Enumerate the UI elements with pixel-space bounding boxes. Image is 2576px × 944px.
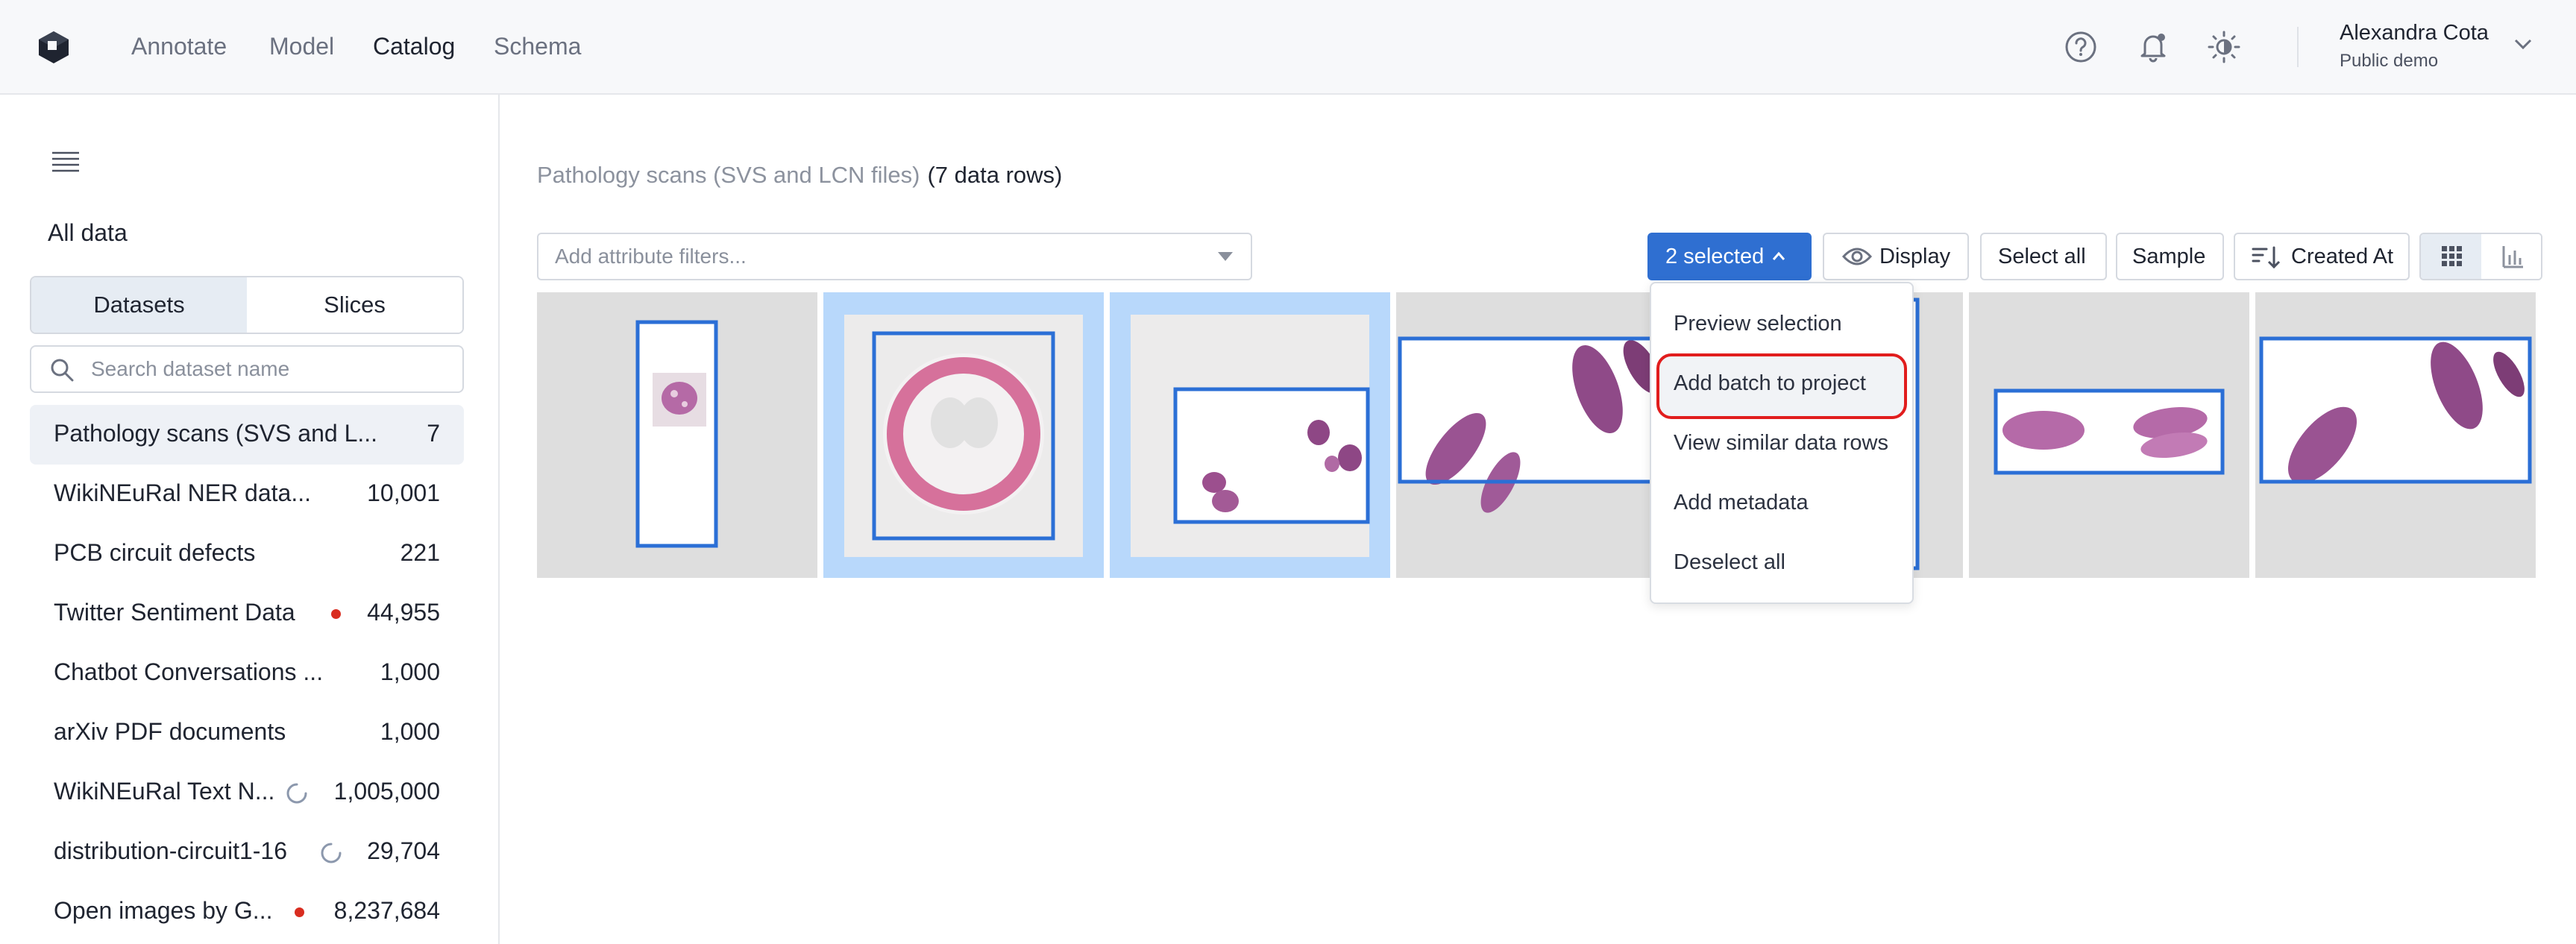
chevron-down-icon[interactable] xyxy=(2512,33,2534,55)
dataset-item[interactable]: Open images by G... 8,237,684 xyxy=(30,882,464,942)
dataset-search-input[interactable] xyxy=(91,354,449,384)
dataset-list: Pathology scans (SVS and L... 7 WikiNEuR… xyxy=(30,405,464,942)
dataset-count: 7 xyxy=(427,420,440,447)
menu-item-view-similar-data-rows[interactable]: View similar data rows xyxy=(1674,431,1888,456)
data-row-thumbnail[interactable] xyxy=(1110,292,1390,578)
dataset-count: 8,237,684 xyxy=(333,897,440,924)
dataset-name: PCB circuit defects xyxy=(54,539,256,566)
selection-dropdown-button[interactable]: 2 selected xyxy=(1647,233,1812,280)
chevron-up-icon xyxy=(1772,251,1785,260)
analytics-view-button[interactable] xyxy=(2481,234,2541,279)
nav-catalog[interactable]: Catalog xyxy=(373,30,455,63)
tab-datasets[interactable]: Datasets xyxy=(31,277,247,333)
row-count: (7 data rows) xyxy=(927,162,1063,188)
data-row-thumbnail[interactable] xyxy=(2255,292,2536,578)
select-all-label: Select all xyxy=(1998,245,2086,268)
dataset-count: 1,005,000 xyxy=(333,778,440,805)
top-bar: Annotate Model Catalog Schema Alexandra … xyxy=(0,0,2576,95)
dataset-item[interactable]: Pathology scans (SVS and L... 7 xyxy=(30,405,464,465)
dataset-item[interactable]: PCB circuit defects 221 xyxy=(30,524,464,584)
sample-button[interactable]: Sample xyxy=(2116,233,2224,280)
dataset-count: 29,704 xyxy=(367,837,440,864)
menu-icon[interactable] xyxy=(51,147,81,177)
dataset-item[interactable]: Twitter Sentiment Data 44,955 xyxy=(30,584,464,644)
dataset-name: Twitter Sentiment Data xyxy=(54,599,295,626)
dataset-title: Pathology scans (SVS and LCN files) xyxy=(537,162,920,188)
display-label: Display xyxy=(1879,245,1951,268)
dataset-name: arXiv PDF documents xyxy=(54,718,286,745)
dataset-slice-toggle: Datasets Slices xyxy=(30,276,464,334)
dataset-item[interactable]: WikiNEuRal Text N... 1,005,000 xyxy=(30,763,464,822)
dataset-count: 1,000 xyxy=(380,718,440,745)
dataset-name: Open images by G... xyxy=(54,897,273,924)
dataset-name: Pathology scans (SVS and L... xyxy=(54,420,378,447)
nav-model[interactable]: Model xyxy=(269,30,334,63)
sample-label: Sample xyxy=(2132,245,2206,268)
page-title: Pathology scans (SVS and LCN files) (7 da… xyxy=(537,162,1062,189)
data-row-thumbnail[interactable] xyxy=(823,292,1104,578)
theme-toggle-icon[interactable] xyxy=(2205,28,2243,66)
loading-spinner-icon xyxy=(286,783,307,804)
dataset-name: distribution-circuit1-16 xyxy=(54,837,288,864)
nav-schema[interactable]: Schema xyxy=(494,30,581,63)
dataset-item[interactable]: distribution-circuit1-16 29,704 xyxy=(30,822,464,882)
selected-count-label: 2 selected xyxy=(1665,245,1765,268)
dataset-item[interactable]: arXiv PDF documents 1,000 xyxy=(30,703,464,763)
menu-item-add-batch-to-project[interactable]: Add batch to project xyxy=(1674,371,1866,396)
bar-chart-icon xyxy=(2502,246,2523,268)
pathology-scan-image xyxy=(1398,336,1677,513)
dataset-item[interactable]: Chatbot Conversations ... 1,000 xyxy=(30,644,464,703)
user-org: Public demo xyxy=(2340,51,2439,71)
all-data-link[interactable]: All data xyxy=(48,219,128,247)
app-logo-icon[interactable] xyxy=(37,30,70,64)
dataset-name: Chatbot Conversations ... xyxy=(54,658,324,685)
dataset-search xyxy=(30,345,464,393)
dataset-item[interactable]: WikiNEuRal NER data... 10,001 xyxy=(30,465,464,524)
search-icon xyxy=(51,359,74,382)
data-row-thumbnail[interactable] xyxy=(1396,292,1677,578)
dataset-count: 44,955 xyxy=(367,599,440,626)
error-status-dot xyxy=(331,609,341,619)
help-icon[interactable] xyxy=(2062,28,2099,66)
dataset-name: WikiNEuRal NER data... xyxy=(54,479,311,506)
topbar-divider xyxy=(2297,27,2299,67)
dataset-name: WikiNEuRal Text N... xyxy=(54,778,275,805)
caret-down-icon[interactable] xyxy=(1218,252,1233,261)
eye-icon xyxy=(1842,248,1872,265)
notification-bell-icon[interactable] xyxy=(2134,28,2172,66)
view-toggle xyxy=(2419,233,2542,280)
grid-icon xyxy=(2442,246,2462,266)
sort-button[interactable]: Created At xyxy=(2234,233,2410,280)
error-status-dot xyxy=(295,907,304,917)
pathology-scan-image xyxy=(2259,336,2532,484)
attribute-filter-input[interactable] xyxy=(555,242,1196,271)
menu-item-add-metadata[interactable]: Add metadata xyxy=(1674,491,1809,515)
pathology-scan-image xyxy=(635,320,718,548)
menu-item-preview-selection[interactable]: Preview selection xyxy=(1674,312,1842,336)
data-row-thumbnail[interactable] xyxy=(537,292,817,578)
pathology-scan-image xyxy=(1131,315,1370,557)
user-name[interactable]: Alexandra Cota xyxy=(2340,21,2489,45)
sort-label: Created At xyxy=(2291,245,2394,268)
sort-icon xyxy=(2252,246,2281,269)
attribute-filter xyxy=(537,233,1252,280)
dataset-count: 1,000 xyxy=(380,658,440,685)
dataset-count: 221 xyxy=(400,539,440,566)
tab-slices[interactable]: Slices xyxy=(247,277,462,333)
dataset-count: 10,001 xyxy=(367,479,440,506)
menu-item-deselect-all[interactable]: Deselect all xyxy=(1674,550,1785,575)
selection-menu: Preview selection Add batch to project V… xyxy=(1650,282,1914,604)
sidebar: All data Datasets Slices Pathology scans… xyxy=(0,95,500,944)
nav-annotate[interactable]: Annotate xyxy=(131,30,227,63)
select-all-button[interactable]: Select all xyxy=(1980,233,2107,280)
grid-view-button[interactable] xyxy=(2421,234,2481,279)
pathology-scan-image xyxy=(844,315,1083,557)
data-row-thumbnail[interactable] xyxy=(1969,292,2249,578)
loading-spinner-icon xyxy=(321,843,342,863)
display-button[interactable]: Display xyxy=(1823,233,1969,280)
pathology-scan-image xyxy=(1994,388,2225,475)
